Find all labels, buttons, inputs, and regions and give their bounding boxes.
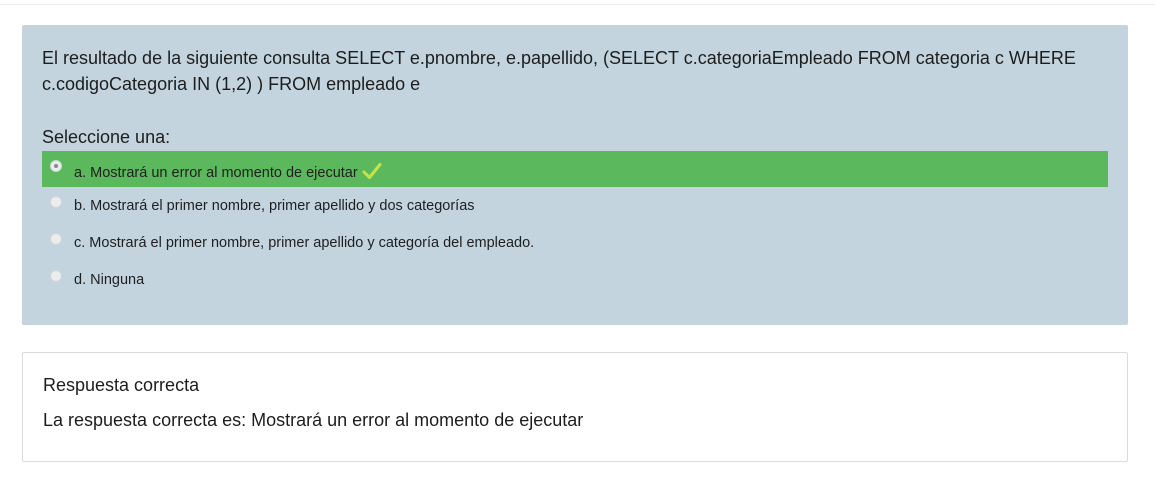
answer-prompt: Seleccione una: — [42, 127, 171, 147]
answer-option-c[interactable]: c. Mostrará el primer nombre, primer ape… — [42, 224, 1108, 261]
answer-option-d[interactable]: d. Ninguna — [42, 261, 1108, 298]
feedback-panel: Respuesta correcta La respuesta correcta… — [22, 352, 1128, 462]
question-panel: El resultado de la siguiente consulta SE… — [22, 25, 1128, 325]
answer-option-b[interactable]: b. Mostrará el primer nombre, primer ape… — [42, 187, 1108, 224]
radio-button-c[interactable] — [50, 233, 62, 245]
answer-label-b: b. Mostrará el primer nombre, primer ape… — [74, 198, 475, 214]
check-icon — [362, 163, 382, 179]
feedback-title: Respuesta correcta — [43, 375, 200, 395]
correct-answer-text: La respuesta correcta es: Mostrará un er… — [43, 410, 584, 430]
answer-option-a[interactable]: a. Mostrará un error al momento de ejecu… — [42, 151, 1108, 187]
question-text: El resultado de la siguiente consulta SE… — [42, 48, 1076, 94]
radio-button-d[interactable] — [50, 270, 62, 282]
answer-label-c: c. Mostrará el primer nombre, primer ape… — [74, 235, 535, 251]
radio-button-b[interactable] — [50, 196, 62, 208]
answer-label-a: a. Mostrará un error al momento de ejecu… — [74, 165, 358, 181]
answer-list: a. Mostrará un error al momento de ejecu… — [42, 151, 1108, 298]
top-divider — [0, 4, 1155, 5]
answer-label-d: d. Ninguna — [74, 272, 145, 288]
radio-button-a[interactable] — [50, 160, 62, 172]
